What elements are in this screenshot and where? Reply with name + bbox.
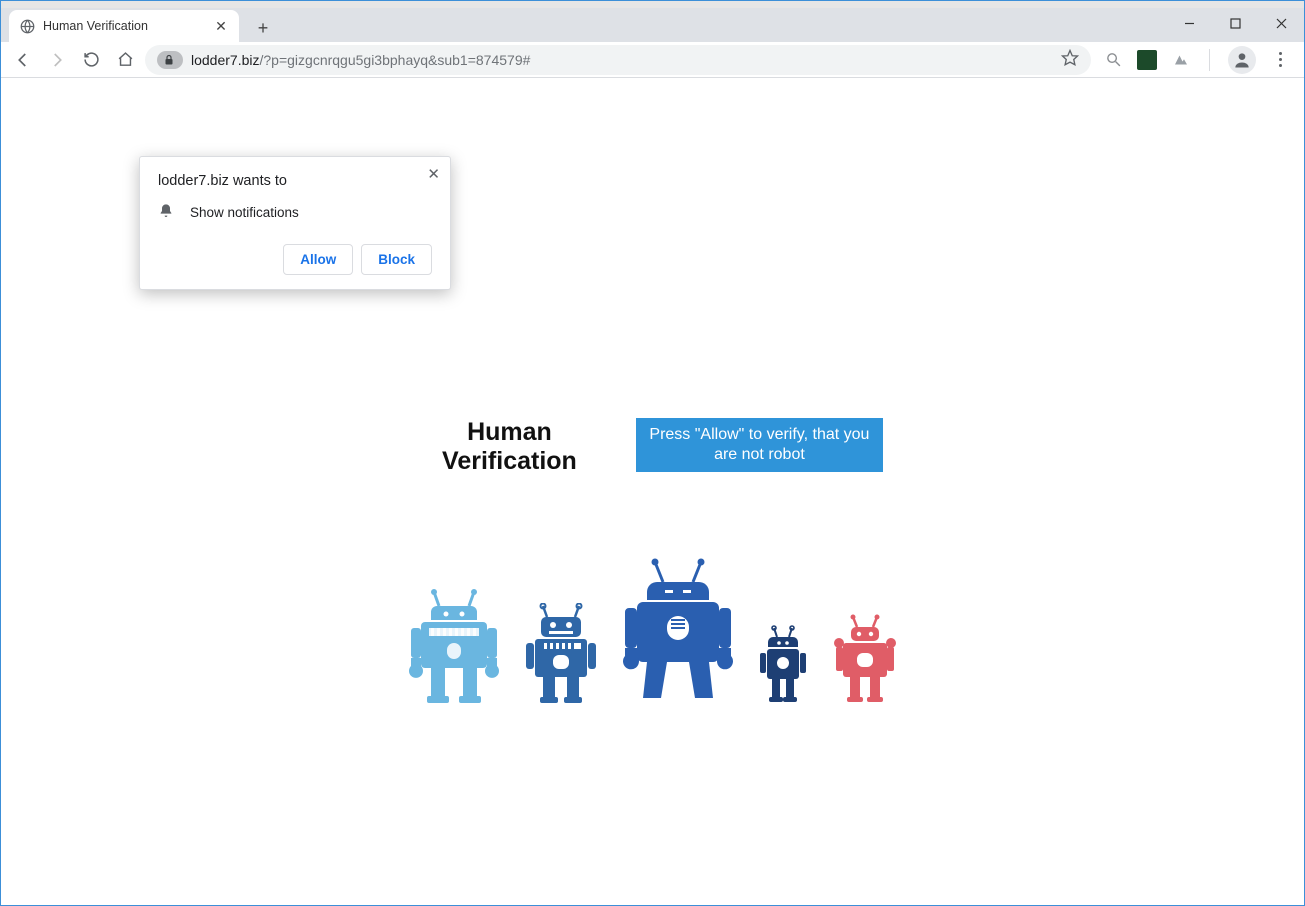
allow-button[interactable]: Allow [283, 244, 353, 275]
green-extension-icon[interactable] [1137, 50, 1157, 70]
window-close-button[interactable] [1258, 8, 1304, 38]
globe-icon [19, 18, 35, 34]
permission-item-label: Show notifications [190, 205, 299, 220]
reload-button[interactable] [77, 46, 105, 74]
permission-headline: lodder7.biz wants to [158, 173, 432, 189]
page-content: ✕ lodder7.biz wants to Show notification… [1, 78, 1304, 905]
toolbar-separator [1209, 49, 1210, 71]
url-text: lodder7.biz/?p=gizgcnrqgu5gi3bphayq&sub1… [191, 52, 1053, 68]
lock-icon [163, 54, 175, 66]
chrome-menu-button[interactable] [1270, 48, 1290, 71]
address-bar[interactable]: lodder7.biz/?p=gizgcnrqgu5gi3bphayq&sub1… [145, 45, 1091, 75]
robot-icon-3 [623, 558, 733, 703]
browser-toolbar: lodder7.biz/?p=gizgcnrqgu5gi3bphayq&sub1… [1, 42, 1304, 78]
site-info-button[interactable] [157, 51, 183, 69]
zoom-extension-icon[interactable] [1103, 50, 1123, 70]
page-title-line2: Verification [442, 447, 577, 475]
close-icon[interactable]: ✕ [427, 165, 440, 183]
tab-title: Human Verification [43, 19, 205, 33]
window-maximize-button[interactable] [1212, 8, 1258, 38]
bell-icon [158, 203, 174, 222]
window-minimize-button[interactable] [1166, 8, 1212, 38]
robot-icon-4 [757, 625, 809, 703]
bookmark-star-icon[interactable] [1061, 49, 1079, 70]
extensions-area [1097, 46, 1296, 74]
robot-icon-5 [833, 613, 897, 703]
browser-tabstrip: Human Verification ✕ + [1, 8, 1304, 42]
url-path: /?p=gizgcnrqgu5gi3bphayq&sub1=874579# [260, 52, 531, 68]
verification-header: Human Verification Press "Allow" to veri… [423, 418, 883, 476]
page-title: Human Verification [423, 418, 597, 476]
robots-illustration [409, 558, 897, 703]
browser-tab[interactable]: Human Verification ✕ [9, 10, 239, 42]
instruction-callout: Press "Allow" to verify, that you are no… [636, 418, 882, 472]
back-button[interactable] [9, 46, 37, 74]
block-button[interactable]: Block [361, 244, 432, 275]
page-title-line1: Human [467, 418, 552, 446]
robot-icon-2 [523, 603, 599, 703]
profile-avatar-button[interactable] [1228, 46, 1256, 74]
permission-prompt: ✕ lodder7.biz wants to Show notification… [139, 156, 451, 290]
forward-button[interactable] [43, 46, 71, 74]
close-tab-icon[interactable]: ✕ [213, 18, 229, 34]
new-tab-button[interactable]: + [249, 14, 277, 42]
window-controls [1166, 8, 1304, 42]
home-button[interactable] [111, 46, 139, 74]
window-titlebar [1, 1, 1304, 8]
robot-icon-1 [409, 588, 499, 703]
grey-extension-icon[interactable] [1171, 50, 1191, 70]
url-host: lodder7.biz [191, 52, 260, 68]
